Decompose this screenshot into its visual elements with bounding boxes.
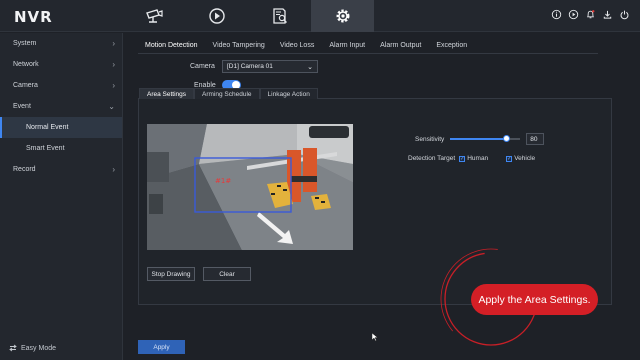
chevron-down-icon: ⌄ xyxy=(307,63,313,71)
main-nav xyxy=(122,0,374,32)
panel-tabs: Area Settings Arming Schedule Linkage Ac… xyxy=(139,88,318,99)
nav-tab-settings[interactable] xyxy=(311,0,374,32)
sidebar-item-label: Smart Event xyxy=(26,145,65,152)
sidebar-item-label: System xyxy=(13,40,37,47)
power-icon[interactable] xyxy=(619,9,630,20)
switch-mode-icon xyxy=(9,344,17,352)
sidebar-item-record[interactable]: Record › xyxy=(0,159,122,180)
nav-tab-file-search[interactable] xyxy=(248,0,311,32)
play-circle-icon[interactable] xyxy=(568,9,579,20)
chevron-right-icon: › xyxy=(112,165,115,174)
camera-row: Camera [D1] Camera 01 ⌄ xyxy=(190,60,318,73)
sensitivity-row: Sensitivity 80 xyxy=(415,133,545,145)
nav-tab-playback[interactable] xyxy=(185,0,248,32)
nav-tab-live-view[interactable] xyxy=(122,0,185,32)
easy-mode-label: Easy Mode xyxy=(21,344,57,352)
tab-linkage-action[interactable]: Linkage Action xyxy=(259,88,318,99)
chevron-right-icon: › xyxy=(112,60,115,69)
sensitivity-input[interactable]: 80 xyxy=(526,133,545,145)
info-icon[interactable] xyxy=(551,9,562,20)
camera-icon xyxy=(145,9,163,23)
sidebar: System › Network › Camera › Event ⌄ Normal E… xyxy=(0,33,123,360)
sensitivity-slider[interactable] xyxy=(450,135,521,142)
stop-drawing-button[interactable]: Stop Drawing xyxy=(147,267,195,281)
sidebar-item-label: Record xyxy=(13,166,36,173)
top-icons xyxy=(551,9,630,20)
target-human[interactable]: ✓ Human xyxy=(459,155,488,162)
file-search-icon xyxy=(272,8,287,24)
target-vehicle-label: Vehicle xyxy=(514,155,536,162)
target-vehicle[interactable]: ✓ Vehicle xyxy=(506,155,535,162)
camera-label: Camera xyxy=(190,63,215,70)
camera-preview-image: #1# xyxy=(147,124,353,250)
sidebar-item-camera[interactable]: Camera › xyxy=(0,75,122,96)
chevron-down-icon: ⌄ xyxy=(108,102,115,111)
sidebar-item-label: Event xyxy=(13,103,31,110)
sidebar-item-label: Network xyxy=(13,61,39,68)
camera-select[interactable]: [D1] Camera 01 ⌄ xyxy=(222,60,318,73)
callout-banner: Apply the Area Settings. xyxy=(471,284,598,315)
gear-icon xyxy=(336,9,349,23)
checkbox-human[interactable]: ✓ xyxy=(459,155,466,162)
detection-target-label: Detection Target xyxy=(408,155,456,162)
target-human-label: Human xyxy=(467,155,489,162)
sensitivity-slider-handle[interactable] xyxy=(502,135,510,142)
detection-target-row: Detection Target ✓ Human ✓ Vehicle xyxy=(408,155,535,162)
tab-area-settings[interactable]: Area Settings xyxy=(139,88,195,99)
checkbox-vehicle[interactable]: ✓ xyxy=(506,155,513,162)
app-logo: NVR xyxy=(14,8,53,26)
clear-button[interactable]: Clear xyxy=(203,267,251,281)
top-bar: NVR xyxy=(0,0,640,32)
sidebar-item-network[interactable]: Network › xyxy=(0,54,122,75)
chevron-right-icon: › xyxy=(112,39,115,48)
camera-select-value: [D1] Camera 01 xyxy=(227,63,273,70)
mouse-cursor-icon xyxy=(372,333,378,341)
region-label: #1# xyxy=(215,177,231,185)
camera-preview[interactable]: #1# xyxy=(147,124,353,250)
apply-button[interactable]: Apply xyxy=(138,340,185,354)
tab-arming-schedule[interactable]: Arming Schedule xyxy=(194,88,260,99)
download-icon[interactable] xyxy=(602,9,613,20)
sensitivity-label: Sensitivity xyxy=(415,135,445,143)
sidebar-item-normal-event[interactable]: Normal Event xyxy=(0,117,122,138)
divider xyxy=(138,53,598,54)
sidebar-item-label: Camera xyxy=(13,82,38,89)
bell-icon[interactable] xyxy=(585,9,596,20)
sidebar-item-label: Normal Event xyxy=(26,124,69,131)
sensitivity-slider-fill xyxy=(450,138,507,140)
playback-icon xyxy=(208,8,225,24)
chevron-right-icon: › xyxy=(112,81,115,90)
sidebar-item-event[interactable]: Event ⌄ xyxy=(0,96,122,117)
sidebar-item-smart-event[interactable]: Smart Event xyxy=(0,138,122,159)
easy-mode-toggle[interactable]: Easy Mode xyxy=(9,344,56,352)
sidebar-item-system[interactable]: System › xyxy=(0,33,122,54)
